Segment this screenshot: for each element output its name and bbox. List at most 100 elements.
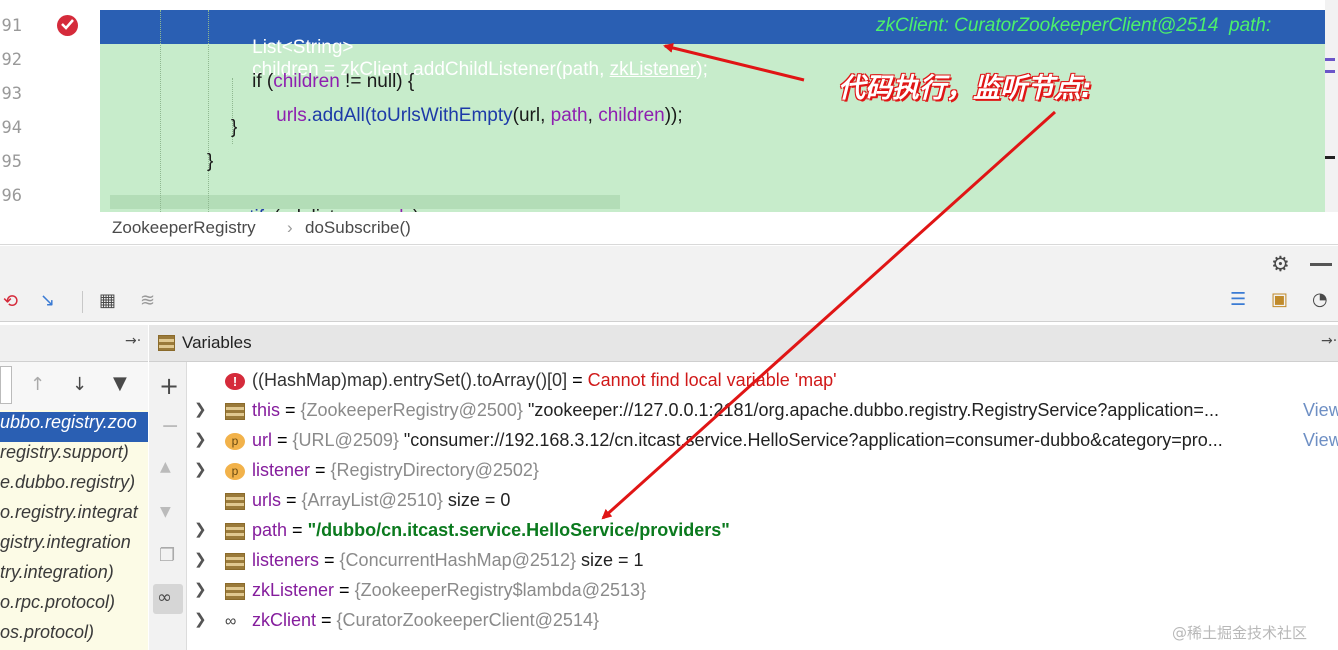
variable-row[interactable]: ❯ path = "/dubbo/cn.itcast.service.Hello…	[188, 516, 1338, 546]
equals: =	[334, 580, 355, 600]
editor-gutter: 91 92 93 94 95 96	[0, 0, 100, 212]
scroll-marker[interactable]	[1325, 156, 1335, 159]
view-link[interactable]: View	[1303, 430, 1338, 451]
watermark: @稀土掘金技术社区	[1172, 624, 1308, 642]
code-token: zkListener	[609, 59, 697, 80]
copy-icon[interactable]: ❐	[159, 545, 175, 566]
field-icon	[225, 403, 245, 420]
arrow-up-icon[interactable]: ↑	[30, 374, 45, 395]
pin-icon[interactable]: →·	[1321, 333, 1337, 349]
watches-toggle[interactable]: ∞	[153, 584, 183, 614]
list-item[interactable]: registry.support)	[0, 442, 148, 472]
variable-type: {ZookeeperRegistry$lambda@2513}	[354, 580, 647, 600]
line-number: 93	[1, 84, 22, 104]
code-editor[interactable]: 91 92 93 94 95 96 List<String> children …	[0, 0, 1338, 228]
variable-row[interactable]: ❯ zkListener = {ZookeeperRegistry$lambda…	[188, 576, 1338, 606]
expand-arrow-icon[interactable]: ❯	[194, 610, 207, 628]
field-icon	[225, 553, 245, 570]
variables-side-toolbar: + − ▲ ▼ ❐ ∞	[149, 362, 187, 650]
code-line-93[interactable]: urls.addAll(toUrlsWithEmpty(url, path, c…	[255, 83, 683, 149]
run-to-cursor-icon[interactable]: ↘	[40, 290, 55, 311]
variable-row[interactable]: ❯ p listener = {RegistryDirectory@2502}	[188, 456, 1338, 486]
variable-row[interactable]: ❯ p url = {URL@2509} "consumer://192.168…	[188, 426, 1338, 456]
move-down-icon[interactable]: ▼	[160, 504, 171, 520]
param-icon: p	[225, 463, 245, 480]
list-item[interactable]: e.dubbo.registry)	[0, 472, 148, 502]
code-line-95[interactable]: }	[207, 151, 213, 173]
breadcrumb-class[interactable]: ZookeeperRegistry	[112, 218, 256, 238]
editor-scroll-markers[interactable]	[1325, 0, 1338, 212]
variable-type: {ZookeeperRegistry@2500}	[300, 400, 523, 420]
equals: =	[316, 610, 337, 630]
variable-value: "/dubbo/cn.itcast.service.HelloService/p…	[307, 520, 730, 540]
variable-name: urls	[252, 490, 282, 510]
breadcrumb-method[interactable]: doSubscribe()	[305, 218, 411, 238]
variable-value: "zookeeper://127.0.0.1:2181/org.apache.d…	[522, 400, 1219, 420]
frames-header: →·	[0, 325, 148, 362]
code-line-94[interactable]: }	[231, 117, 237, 139]
variable-value: size = 0	[442, 490, 511, 510]
variable-row[interactable]: ! ((HashMap)map).entrySet().toArray()[0]…	[188, 366, 1338, 396]
pin-icon[interactable]: →·	[125, 333, 141, 349]
view-link[interactable]: View	[1303, 400, 1338, 421]
variable-value: size = 1	[575, 550, 644, 570]
variable-row[interactable]: ❯ listeners = {ConcurrentHashMap@2512} s…	[188, 546, 1338, 576]
minimize-icon[interactable]	[1310, 263, 1332, 266]
field-icon	[225, 523, 245, 540]
trace-icon[interactable]: ≋	[140, 290, 155, 311]
equals: =	[287, 520, 308, 540]
thread-selector[interactable]	[0, 366, 12, 404]
code-token: );	[696, 59, 708, 80]
list-item[interactable]: try.integration)	[0, 562, 148, 592]
glasses-icon: ∞	[157, 587, 172, 608]
code-token: .addChildListener(	[407, 59, 563, 80]
breadcrumb-separator: ›	[287, 218, 293, 237]
variable-row[interactable]: ❯ this = {ZookeeperRegistry@2500} "zooke…	[188, 396, 1338, 426]
expand-arrow-icon[interactable]: ❯	[194, 400, 207, 418]
drop-frame-icon[interactable]: ⟲	[3, 291, 18, 312]
watch-icon: ∞	[225, 613, 237, 630]
remove-watch-icon[interactable]: −	[161, 414, 179, 439]
debug-toolbar: ⟲ ↘ ▦ ≋ ☰ ▣ ◔	[0, 282, 1338, 322]
evaluate-table-icon[interactable]: ▦	[99, 290, 116, 311]
variable-name: url	[252, 430, 273, 450]
variable-row[interactable]: urls = {ArrayList@2510} size = 0	[188, 486, 1338, 516]
list-item[interactable]: o.registry.integrat	[0, 502, 148, 532]
variables-header: Variables →·	[149, 325, 1338, 362]
gear-icon[interactable]: ⚙	[1271, 252, 1290, 276]
expand-arrow-icon[interactable]: ❯	[194, 520, 207, 538]
filter-icon[interactable]: ▼	[113, 373, 127, 394]
variable-value: "consumer://192.168.3.12/cn.itcast.servi…	[398, 430, 1223, 450]
add-watch-icon[interactable]: +	[159, 372, 179, 400]
code-token: path	[562, 59, 600, 80]
memory-icon[interactable]: ▣	[1271, 289, 1288, 310]
line-number: 95	[1, 152, 22, 172]
variable-error: Cannot find local variable 'map'	[587, 370, 837, 390]
gauge-icon[interactable]: ◔	[1312, 289, 1328, 310]
equals: =	[272, 430, 293, 450]
expand-arrow-icon[interactable]: ❯	[194, 550, 207, 568]
code-token: toUrlsWithEmpty	[371, 105, 513, 126]
breadcrumb: ZookeeperRegistry › doSubscribe()	[0, 212, 1338, 245]
move-up-icon[interactable]: ▲	[160, 459, 171, 475]
breakpoint-icon[interactable]	[57, 15, 78, 36]
arrow-down-icon[interactable]: ↓	[72, 374, 87, 395]
scroll-marker[interactable]	[1325, 58, 1335, 61]
line-number: 91	[1, 16, 22, 36]
indent-guide	[208, 10, 209, 212]
scroll-marker[interactable]	[1325, 70, 1335, 73]
variable-row[interactable]: ❯ ∞ zkClient = {CuratorZookeeperClient@2…	[188, 606, 1338, 636]
expand-arrow-icon[interactable]: ❯	[194, 580, 207, 598]
expand-arrow-icon[interactable]: ❯	[194, 430, 207, 448]
equals: =	[280, 400, 301, 420]
variable-name: ((HashMap)map).entrySet().toArray()[0]	[252, 370, 568, 390]
variable-type: {ConcurrentHashMap@2512}	[339, 550, 576, 570]
expand-arrow-icon[interactable]: ❯	[194, 460, 207, 478]
variable-type: {ArrayList@2510}	[301, 490, 443, 510]
list-item[interactable]: gistry.integration	[0, 532, 148, 562]
list-item[interactable]: os.protocol)	[0, 622, 148, 650]
list-item[interactable]: ubbo.registry.zoo	[0, 412, 148, 442]
layout-icon[interactable]: ☰	[1230, 289, 1246, 310]
equals: =	[310, 460, 331, 480]
list-item[interactable]: o.rpc.protocol)	[0, 592, 148, 622]
